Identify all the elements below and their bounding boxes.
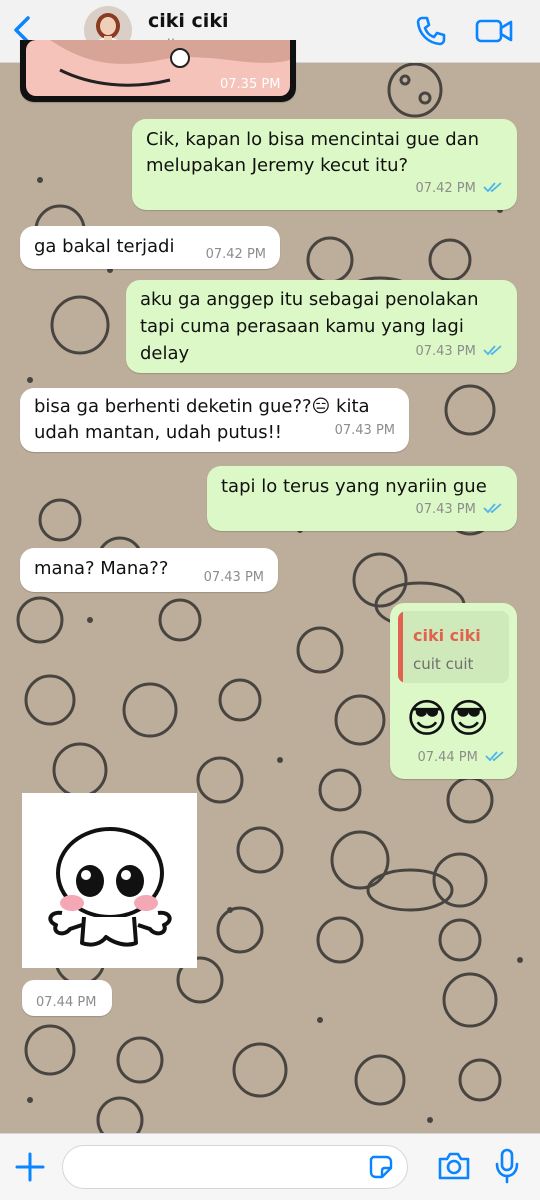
message-composer bbox=[0, 1133, 540, 1200]
message-text: ga bakal terjadi bbox=[34, 236, 175, 257]
message-time: 07.35 PM bbox=[220, 77, 281, 92]
incoming-message[interactable]: bisa ga berhenti deketin gue??😑 kita uda… bbox=[20, 388, 409, 452]
emoji-message: 😎😎 bbox=[406, 696, 490, 742]
message-time: 07.43 PM bbox=[334, 423, 395, 438]
sticker-time-badge: 07.44 PM bbox=[22, 980, 112, 1016]
read-receipt-icon bbox=[483, 503, 502, 514]
message-meta: 07.43 PM bbox=[415, 497, 503, 523]
reply-text: cuit cuit bbox=[413, 655, 474, 673]
incoming-message[interactable]: mana? Mana?? 07.43 PM bbox=[20, 548, 278, 592]
contact-name[interactable]: ciki ciki bbox=[148, 10, 228, 32]
message-time: 07.43 PM bbox=[415, 344, 476, 359]
read-receipt-icon bbox=[483, 345, 502, 356]
read-receipt-icon bbox=[483, 182, 502, 193]
reply-bar bbox=[398, 611, 403, 683]
sticker-icon[interactable] bbox=[368, 1154, 394, 1180]
quoted-reply[interactable]: ciki ciki cuit cuit bbox=[398, 611, 509, 683]
message-meta: 07.44 PM bbox=[417, 745, 505, 771]
message-text: mana? Mana?? bbox=[34, 558, 169, 579]
microphone-icon[interactable] bbox=[492, 1148, 522, 1184]
outgoing-message[interactable]: aku ga anggep itu sebagai penolakan tapi… bbox=[126, 280, 517, 373]
outgoing-reply-message[interactable]: ciki ciki cuit cuit 😎😎 07.44 PM bbox=[390, 603, 517, 779]
read-receipt-icon bbox=[485, 751, 504, 762]
message-meta: 07.42 PM bbox=[415, 176, 503, 202]
message-time: 07.44 PM bbox=[417, 750, 478, 765]
space-doodle-pattern bbox=[16, 62, 523, 1140]
sticker-message[interactable] bbox=[22, 793, 197, 968]
message-time: 07.43 PM bbox=[415, 502, 476, 517]
message-image[interactable]: 07.35 PM bbox=[20, 40, 296, 102]
message-time: 07.42 PM bbox=[205, 247, 266, 262]
outgoing-message[interactable]: tapi lo terus yang nyariin gue 07.43 PM bbox=[207, 466, 517, 531]
camera-icon[interactable] bbox=[436, 1150, 472, 1182]
message-time: 07.43 PM bbox=[203, 570, 264, 585]
message-text: bisa ga berhenti deketin gue??😑 kita uda… bbox=[34, 396, 370, 443]
phone-call-icon[interactable] bbox=[414, 14, 448, 48]
message-time: 07.42 PM bbox=[415, 181, 476, 196]
outgoing-message[interactable]: Cik, kapan lo bisa mencintai gue dan mel… bbox=[132, 119, 517, 210]
message-meta: 07.43 PM bbox=[415, 339, 503, 365]
video-call-icon[interactable] bbox=[474, 15, 514, 47]
plus-icon[interactable] bbox=[14, 1151, 46, 1183]
incoming-message[interactable]: ga bakal terjadi 07.42 PM bbox=[20, 226, 280, 269]
message-time: 07.44 PM bbox=[36, 995, 97, 1010]
reply-author: ciki ciki bbox=[413, 626, 481, 645]
message-input[interactable] bbox=[62, 1145, 408, 1189]
message-text: Cik, kapan lo bisa mencintai gue dan mel… bbox=[146, 129, 480, 176]
sticker-image bbox=[48, 827, 172, 947]
